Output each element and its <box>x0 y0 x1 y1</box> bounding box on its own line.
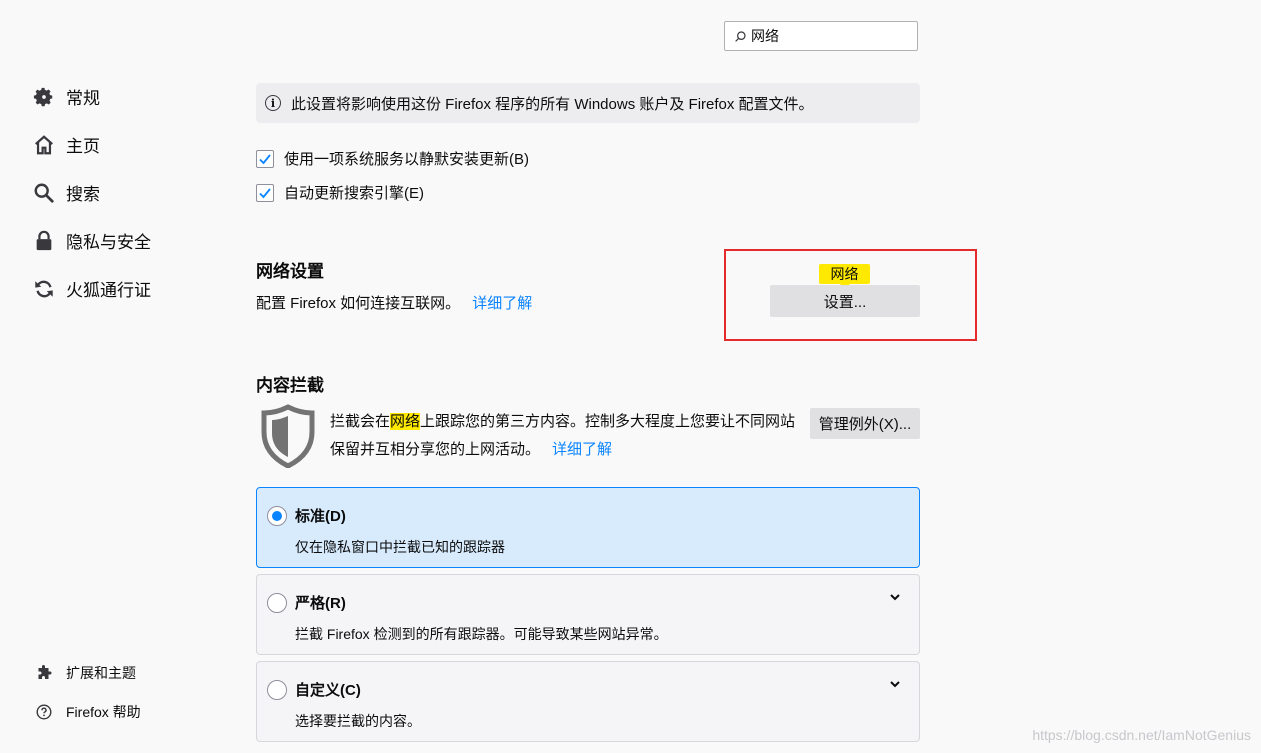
sidebar-item-label: Firefox 帮助 <box>66 704 141 720</box>
radio-custom[interactable] <box>267 680 287 700</box>
content-blocking-desc-part: 拦截会在 <box>330 413 391 430</box>
connection-settings-button[interactable]: 设置... <box>770 285 920 317</box>
background-service-checkbox[interactable] <box>256 149 274 168</box>
option-desc: 选择要拦截的内容。 <box>295 713 421 729</box>
option-title: 标准(D) <box>295 508 346 525</box>
sidebar-item-label: 主页 <box>66 137 100 156</box>
sidebar-item-addons[interactable]: 扩展和主题 <box>36 663 136 683</box>
network-settings-desc: 配置 Firefox 如何连接互联网。 详细了解 <box>256 292 532 313</box>
content-blocking-desc-line2: 保留并互相分享您的上网活动。 <box>330 441 541 458</box>
update-engines-checkbox-row[interactable]: 自动更新搜索引擎(E) <box>256 182 424 203</box>
option-title: 自定义(C) <box>295 682 361 699</box>
lock-icon <box>36 230 52 250</box>
search-icon <box>735 30 746 42</box>
content-blocking-desc: 拦截会在网络上跟踪您的第三方内容。控制多大程度上您要让不同网站 保留并互相分享您… <box>330 408 795 464</box>
help-icon <box>36 704 52 720</box>
sidebar-item-general[interactable]: 常规 <box>33 84 100 109</box>
sidebar-item-home[interactable]: 主页 <box>33 132 100 157</box>
update-engines-label: 自动更新搜索引擎(E) <box>284 185 424 202</box>
chevron-down-icon[interactable] <box>889 591 901 603</box>
sync-icon <box>35 280 53 297</box>
background-service-checkbox-row[interactable]: 使用一项系统服务以静默安装更新(B) <box>256 148 529 169</box>
search-highlight: 网络 <box>390 413 421 430</box>
info-icon: i <box>265 95 281 111</box>
network-desc-text: 配置 Firefox 如何连接互联网。 <box>256 295 461 312</box>
info-bar: i 此设置将影响使用这份 Firefox 程序的所有 Windows 账户及 F… <box>256 83 920 123</box>
chevron-down-icon[interactable] <box>889 678 901 690</box>
info-text: 此设置将影响使用这份 Firefox 程序的所有 Windows 账户及 Fir… <box>291 95 814 113</box>
sidebar-item-label: 扩展和主题 <box>66 665 136 681</box>
sidebar-item-privacy[interactable]: 隐私与安全 <box>33 228 151 253</box>
gear-icon <box>33 87 53 106</box>
search-input[interactable]: 网络 <box>724 21 918 51</box>
option-custom[interactable]: 自定义(C) 选择要拦截的内容。 <box>256 661 920 742</box>
checkmark-icon <box>259 187 271 198</box>
checkmark-icon <box>259 153 271 164</box>
search-icon <box>34 183 54 203</box>
radio-strict[interactable] <box>267 593 287 613</box>
background-service-label: 使用一项系统服务以静默安装更新(B) <box>284 151 529 168</box>
shield-icon <box>261 404 315 468</box>
puzzle-icon <box>38 665 52 679</box>
sidebar-item-label: 常规 <box>66 89 100 108</box>
option-strict[interactable]: 严格(R) 拦截 Firefox 检测到的所有跟踪器。可能导致某些网站异常。 <box>256 574 920 655</box>
search-match-tooltip: 网络 <box>819 264 870 289</box>
network-settings-title: 网络设置 <box>256 262 324 281</box>
sidebar-item-label: 隐私与安全 <box>66 233 151 252</box>
manage-exceptions-button[interactable]: 管理例外(X)... <box>810 408 920 439</box>
sidebar-item-search[interactable]: 搜索 <box>33 180 100 205</box>
sidebar-item-label: 火狐通行证 <box>66 281 151 300</box>
sidebar-item-help[interactable]: Firefox 帮助 <box>36 702 141 722</box>
search-value: 网络 <box>751 28 779 44</box>
content-blocking-desc-part: 上跟踪您的第三方内容。控制多大程度上您要让不同网站 <box>420 413 796 430</box>
sidebar-item-label: 搜索 <box>66 185 100 204</box>
radio-standard[interactable] <box>267 506 287 526</box>
content-blocking-learn-more-link[interactable]: 详细了解 <box>552 441 612 458</box>
home-icon <box>35 134 53 154</box>
option-title: 严格(R) <box>295 595 346 612</box>
option-desc: 仅在隐私窗口中拦截已知的跟踪器 <box>295 539 505 555</box>
content-blocking-title: 内容拦截 <box>256 376 324 395</box>
watermark: https://blog.csdn.net/IamNotGenius <box>1032 727 1251 743</box>
option-standard[interactable]: 标准(D) 仅在隐私窗口中拦截已知的跟踪器 <box>256 487 920 568</box>
sidebar-item-sync[interactable]: 火狐通行证 <box>33 276 151 301</box>
option-desc: 拦截 Firefox 检测到的所有跟踪器。可能导致某些网站异常。 <box>295 626 668 642</box>
update-engines-checkbox[interactable] <box>256 183 274 202</box>
network-learn-more-link[interactable]: 详细了解 <box>472 295 532 312</box>
